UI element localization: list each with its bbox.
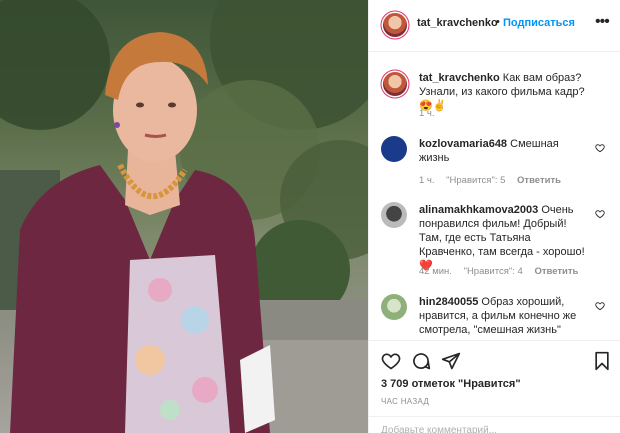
header-separator: • bbox=[496, 16, 500, 28]
comment-icon[interactable] bbox=[411, 351, 431, 371]
comments-list[interactable]: tat_kravchenko Как вам образ? Узнали, из… bbox=[369, 52, 620, 340]
add-comment-input[interactable]: Добавьте комментарий... bbox=[381, 425, 497, 433]
comment-meta: 42 мин. "Нравится": 4 Ответить bbox=[419, 266, 587, 277]
comment-meta: 1 ч. "Нравится": 5 Ответить bbox=[419, 175, 570, 186]
comment-like-heart-icon[interactable] bbox=[595, 143, 605, 153]
post-actions bbox=[369, 340, 620, 380]
comment-text-block: alinamakhkamova2003 Очень понравился фил… bbox=[419, 203, 587, 273]
follow-button[interactable]: Подписаться bbox=[503, 17, 575, 29]
post-photo-illustration bbox=[0, 0, 368, 433]
post-side-panel: tat_kravchenko • Подписаться ••• tat_kra… bbox=[368, 0, 620, 433]
more-horizontal-icon[interactable]: ••• bbox=[595, 13, 610, 31]
heart-icon[interactable] bbox=[381, 351, 401, 371]
comment-username[interactable]: alinamakhkamova2003 bbox=[419, 204, 538, 216]
comment-text-block: hin2840055 Образ хороший, нравится, а фи… bbox=[419, 295, 587, 337]
likes-count[interactable]: 3 709 отметок "Нравится" bbox=[381, 378, 521, 390]
post-header: tat_kravchenko • Подписаться ••• bbox=[369, 0, 620, 52]
post-photo[interactable] bbox=[0, 0, 368, 433]
share-icon[interactable] bbox=[441, 351, 461, 371]
comment-likes[interactable]: "Нравится": 4 bbox=[464, 266, 523, 277]
caption-meta: 1 ч. bbox=[419, 108, 444, 119]
posted-time: ЧАС НАЗАД bbox=[381, 397, 430, 406]
add-comment-bar: Добавьте комментарий... bbox=[369, 416, 620, 433]
comment-avatar[interactable] bbox=[381, 294, 407, 320]
reply-button[interactable]: Ответить bbox=[517, 175, 561, 186]
comment-avatar[interactable] bbox=[381, 136, 407, 162]
author-username[interactable]: tat_kravchenko bbox=[417, 17, 498, 29]
comment-username[interactable]: hin2840055 bbox=[419, 296, 478, 308]
comment-text-block: kozlovamaria648 Смешная жизнь bbox=[419, 137, 587, 165]
comment-like-heart-icon[interactable] bbox=[595, 209, 605, 219]
caption-time[interactable]: 1 ч. bbox=[419, 108, 435, 119]
caption-avatar[interactable] bbox=[383, 72, 407, 96]
comment-username[interactable]: kozlovamaria648 bbox=[419, 138, 507, 150]
bookmark-icon[interactable] bbox=[593, 351, 611, 371]
caption-username[interactable]: tat_kravchenko bbox=[419, 72, 500, 84]
comment-time[interactable]: 1 ч. bbox=[419, 175, 435, 186]
reply-button[interactable]: Ответить bbox=[534, 266, 578, 277]
comment-avatar[interactable] bbox=[381, 202, 407, 228]
comment-like-heart-icon[interactable] bbox=[595, 301, 605, 311]
caption-text-block: tat_kravchenko Как вам образ? Узнали, из… bbox=[419, 71, 587, 113]
comment-time[interactable]: 42 мин. bbox=[419, 266, 452, 277]
author-avatar[interactable] bbox=[383, 13, 407, 37]
comment-likes[interactable]: "Нравится": 5 bbox=[446, 175, 505, 186]
